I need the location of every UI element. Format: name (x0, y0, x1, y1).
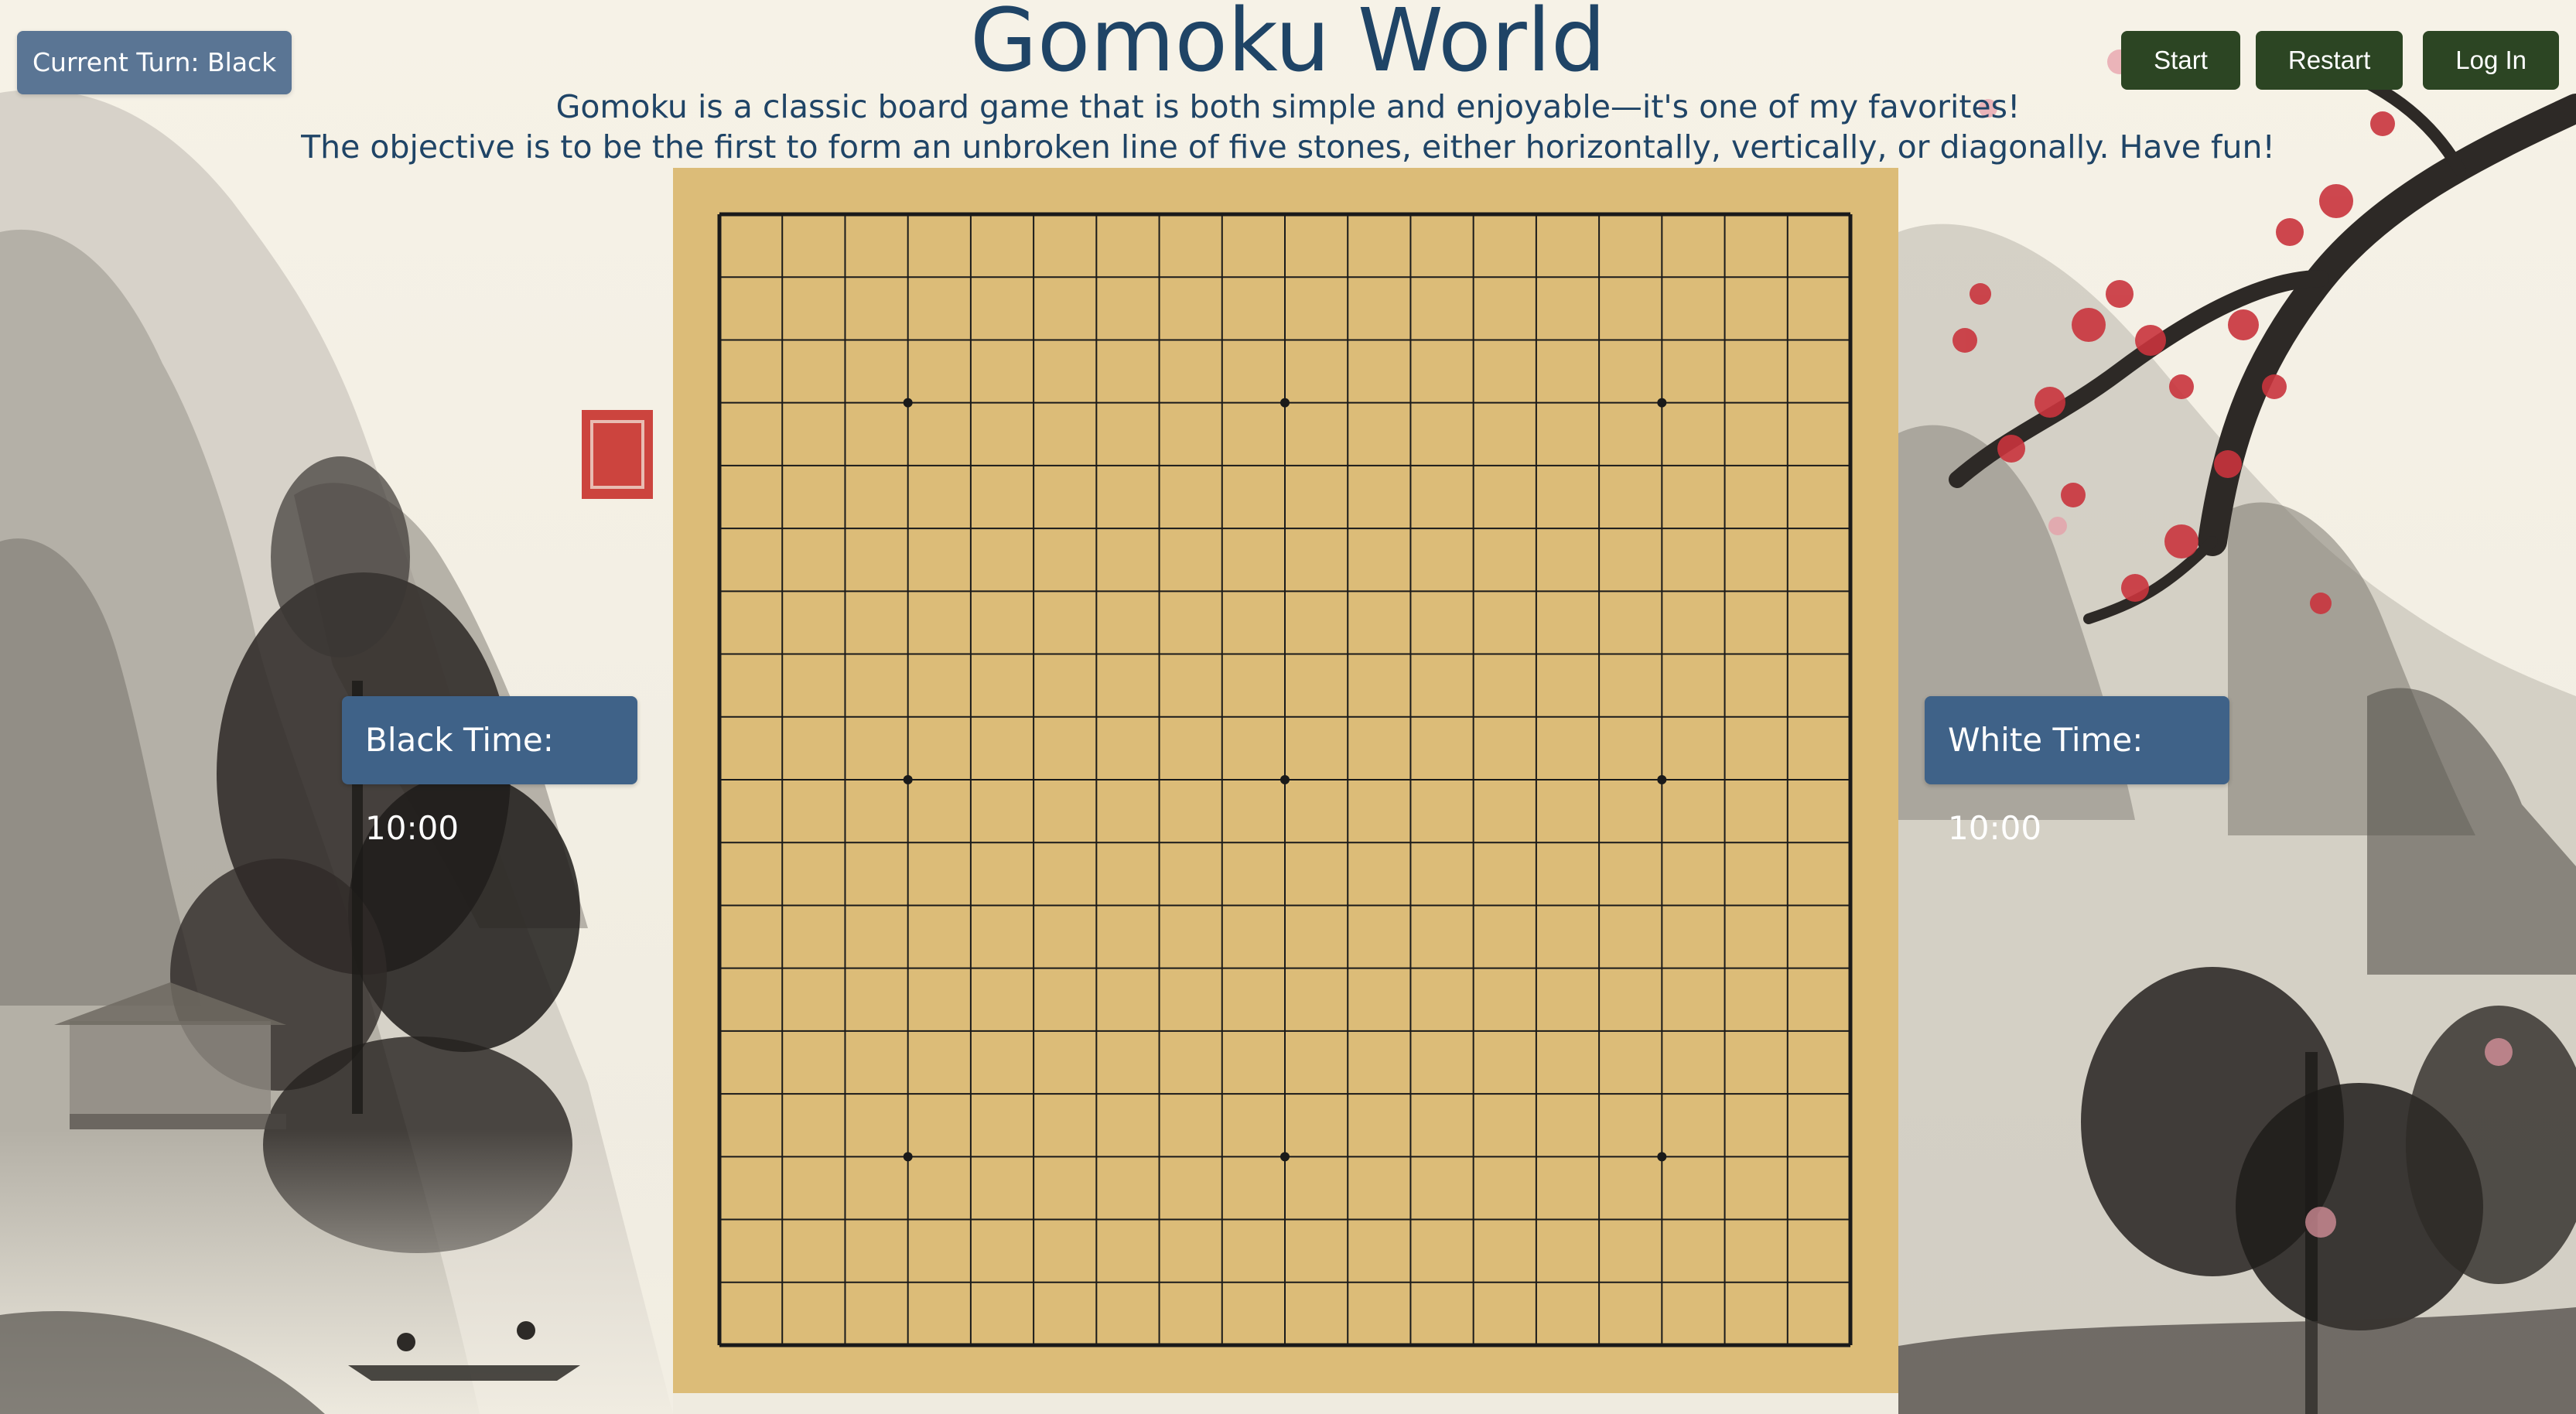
star-point (1657, 775, 1667, 784)
star-point (1280, 1152, 1290, 1162)
gomoku-board[interactable] (673, 168, 1898, 1393)
star-point (1280, 398, 1290, 408)
description-line-2: The objective is to be the first to form… (301, 128, 2275, 166)
board-grid[interactable] (673, 168, 1898, 1393)
login-button[interactable]: Log In (2423, 31, 2559, 90)
star-point (903, 775, 913, 784)
restart-button[interactable]: Restart (2255, 31, 2403, 90)
star-point (1657, 398, 1667, 408)
star-point (1280, 775, 1290, 784)
star-point (903, 398, 913, 408)
black-timer: Black Time: 10:00 (342, 696, 637, 847)
start-button[interactable]: Start (2121, 31, 2240, 90)
star-point (903, 1152, 913, 1162)
game-description: Gomoku is a classic board game that is b… (0, 87, 2576, 167)
description-line-1: Gomoku is a classic board game that is b… (555, 88, 2021, 125)
action-toolbar: Start Restart Log In (2121, 31, 2559, 90)
white-timer: White Time: 10:00 (1925, 696, 2229, 847)
star-point (1657, 1152, 1667, 1162)
